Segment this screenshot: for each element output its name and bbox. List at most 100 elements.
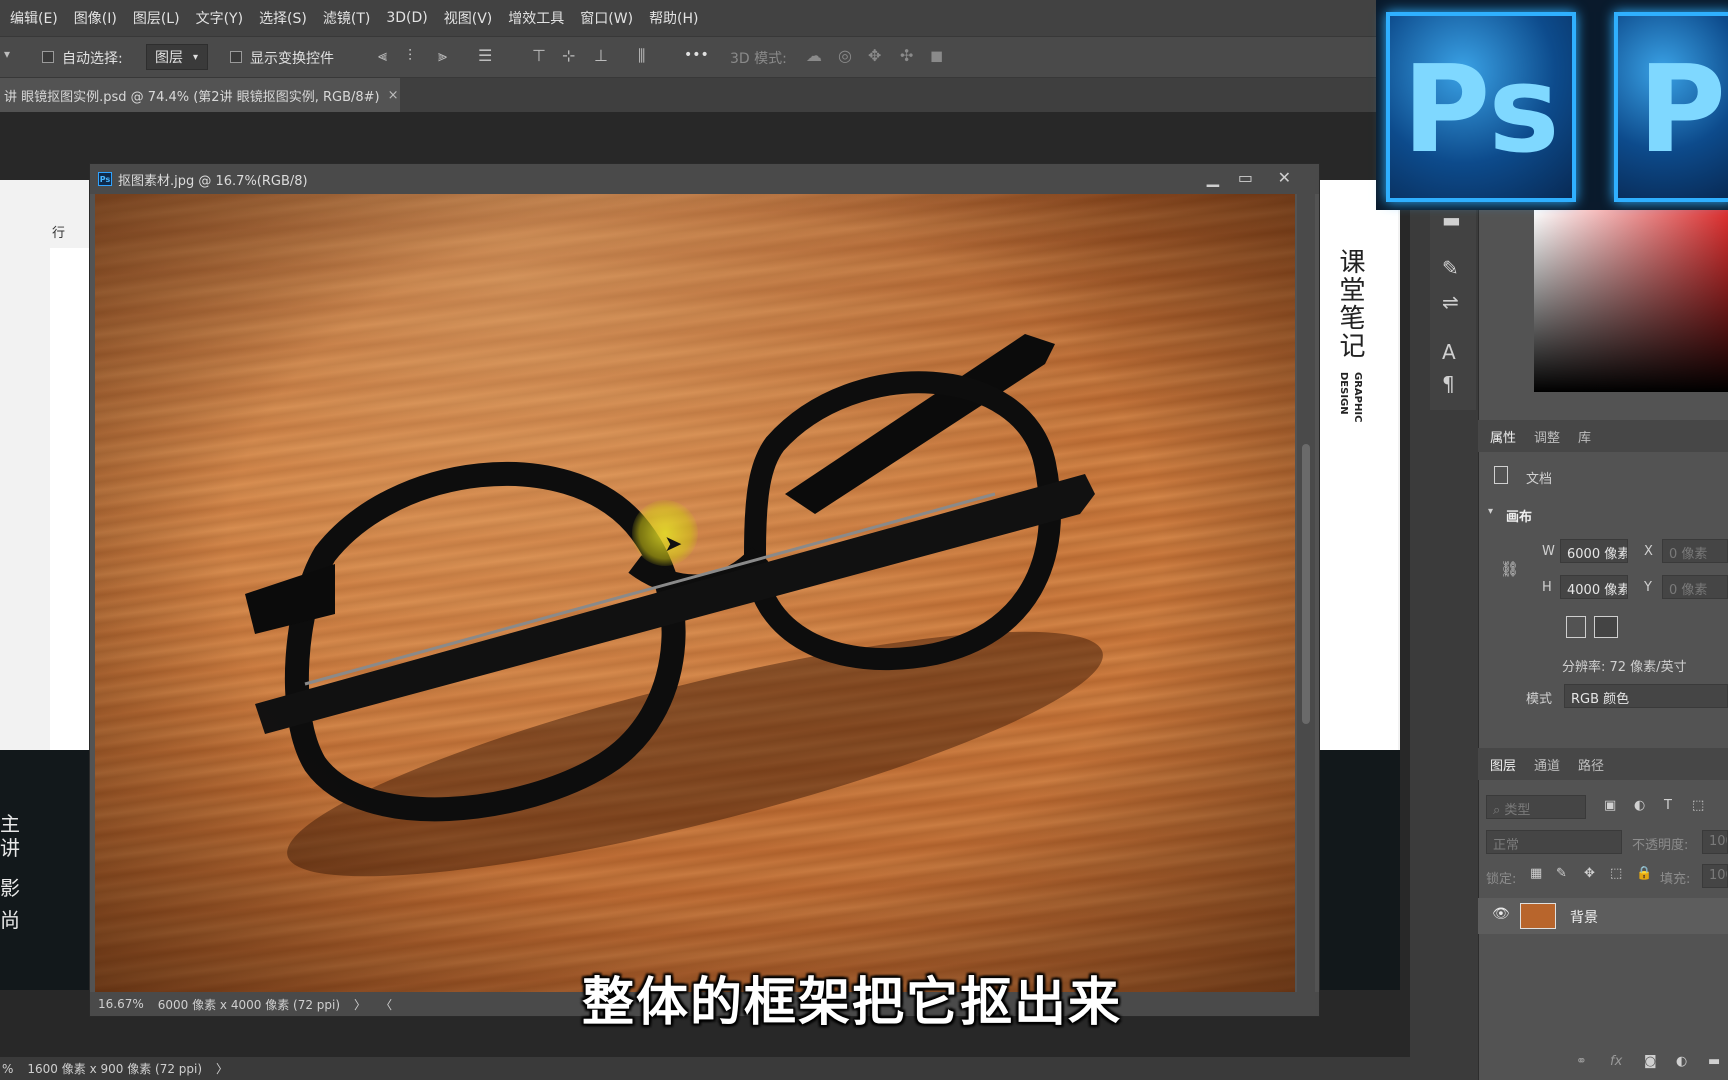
layer-style-icon[interactable]: fx <box>1610 1054 1622 1069</box>
canvas-y-field[interactable]: 0 像素 <box>1662 575 1728 599</box>
layer-name: 背景 <box>1570 910 1598 926</box>
menu-select[interactable]: 选择(S) <box>259 8 307 28</box>
image-window-title: 抠图素材.jpg @ 16.7%(RGB/8) <box>118 173 308 189</box>
canvas-height-field[interactable]: 4000 像素 <box>1560 575 1628 599</box>
auto-select-checkbox[interactable] <box>42 51 54 63</box>
maximize-icon[interactable]: ▭ <box>1238 168 1253 187</box>
filter-type-icon[interactable]: T <box>1664 798 1672 813</box>
link-layers-icon[interactable]: ⚭ <box>1576 1054 1587 1069</box>
canvas-x-field[interactable]: 0 像素 <box>1662 539 1728 563</box>
adjustments-icon[interactable]: ⇌ <box>1442 290 1459 314</box>
character-icon[interactable]: A <box>1442 340 1456 364</box>
3d-orbit-icon[interactable]: ☁ <box>806 46 822 65</box>
tab-layers[interactable]: 图层 <box>1490 755 1516 774</box>
image-window-titlebar[interactable]: Ps 抠图素材.jpg @ 16.7%(RGB/8) ▁ ▭ ✕ <box>90 164 1319 194</box>
menu-image[interactable]: 图像(I) <box>74 8 117 28</box>
align-left-icon[interactable]: ⫷ <box>378 46 387 66</box>
image-dimensions: 6000 像素 x 4000 像素 (72 ppi) <box>157 997 341 1012</box>
document-icon <box>1494 466 1508 484</box>
canvas-width-field[interactable]: 6000 像素 <box>1560 539 1628 563</box>
distribute-icon[interactable]: ☰ <box>478 46 492 65</box>
horizontal-scroll-left-icon[interactable]: 〈 <box>380 996 392 1013</box>
minimize-icon[interactable]: ▁ <box>1207 168 1219 187</box>
status-arrow-icon[interactable]: 〉 <box>216 1060 228 1077</box>
x-label: X <box>1644 544 1653 559</box>
3d-slide-icon[interactable]: ✣ <box>900 46 913 65</box>
color-mode-dropdown[interactable]: RGB 颜色 <box>1564 684 1728 708</box>
chevron-down-icon: ▾ <box>193 51 199 63</box>
add-mask-icon[interactable]: ◙ <box>1644 1054 1657 1069</box>
image-vertical-scrollbar[interactable] <box>1297 194 1315 994</box>
filter-adjustment-icon[interactable]: ◐ <box>1634 798 1645 813</box>
tab-libraries[interactable]: 库 <box>1578 427 1591 446</box>
brush-settings-icon[interactable]: ✎ <box>1442 256 1459 280</box>
link-dimensions-icon[interactable]: ⛓ <box>1500 560 1519 578</box>
status-menu-arrow-icon[interactable]: 〉 <box>354 996 366 1013</box>
color-picker-field[interactable] <box>1534 210 1728 392</box>
menu-layer[interactable]: 图层(L) <box>133 8 180 28</box>
menu-type[interactable]: 文字(Y) <box>196 8 243 28</box>
paragraph-icon[interactable]: ¶ <box>1442 372 1455 396</box>
portrait-orientation-icon[interactable] <box>1566 616 1586 638</box>
distribute-vertical-icon[interactable]: ⫼ <box>638 46 645 66</box>
new-group-icon[interactable]: ▬ <box>1708 1054 1720 1069</box>
new-fill-layer-icon[interactable]: ◐ <box>1676 1054 1687 1069</box>
layer-filter-dropdown[interactable]: ⌕ 类型 <box>1486 795 1586 819</box>
tab-properties[interactable]: 属性 <box>1490 427 1516 446</box>
tool-preset-chevron-icon[interactable]: ▾ <box>4 47 10 61</box>
3d-roll-icon[interactable]: ◎ <box>838 46 852 65</box>
photoshop-logo-icon-2: Ps <box>1614 12 1728 202</box>
fill-field[interactable]: 100 <box>1702 864 1728 888</box>
opacity-label: 不透明度: <box>1632 838 1689 853</box>
menu-filter[interactable]: 滤镜(T) <box>323 8 370 28</box>
lock-all-icon[interactable]: 🔒 <box>1636 866 1652 881</box>
tab-paths[interactable]: 路径 <box>1578 755 1604 774</box>
layers-tabs: 图层 通道 路径 <box>1478 748 1728 780</box>
landscape-orientation-icon[interactable] <box>1594 616 1618 638</box>
3d-pan-icon[interactable]: ✥ <box>868 46 881 65</box>
image-zoom-level[interactable]: 16.67% <box>98 997 144 1011</box>
close-icon[interactable]: × <box>388 88 399 103</box>
show-transform-checkbox[interactable] <box>230 51 242 63</box>
menu-plugins[interactable]: 增效工具 <box>508 8 564 28</box>
tab-adjustments[interactable]: 调整 <box>1534 427 1560 446</box>
filter-pixel-icon[interactable]: ▣ <box>1604 798 1616 813</box>
lock-image-icon[interactable]: ✎ <box>1556 866 1567 881</box>
layer-row-background[interactable]: 👁 背景 <box>1478 898 1728 934</box>
menu-window[interactable]: 窗口(W) <box>580 8 633 28</box>
image-document-window[interactable]: Ps 抠图素材.jpg @ 16.7%(RGB/8) ▁ ▭ ✕ 16.67% … <box>89 163 1320 1017</box>
filter-shape-icon[interactable]: ⬚ <box>1692 798 1704 813</box>
image-canvas[interactable] <box>95 194 1295 994</box>
document-label: 文档 <box>1526 472 1553 487</box>
close-icon[interactable]: ✕ <box>1278 168 1291 187</box>
chevron-down-icon[interactable]: ▾ <box>1488 506 1493 517</box>
resolution-text: 分辨率: 72 像素/英寸 <box>1562 660 1687 675</box>
main-zoom-level[interactable]: % <box>2 1062 13 1076</box>
background-left-char-2: 讲 <box>0 836 20 860</box>
move-cursor-icon: ➤ <box>664 532 683 557</box>
more-options-button[interactable]: ••• <box>684 47 709 63</box>
menu-view[interactable]: 视图(V) <box>444 8 493 28</box>
align-bottom-icon[interactable]: ⊥ <box>594 46 608 65</box>
menu-3d[interactable]: 3D(D) <box>386 10 427 26</box>
blend-mode-dropdown[interactable]: 正常 <box>1486 830 1622 854</box>
document-tab[interactable]: 讲 眼镜抠图实例.psd @ 74.4% (第2讲 眼镜抠图实例, RGB/8#… <box>0 78 400 112</box>
menu-edit[interactable]: 编辑(E) <box>10 8 58 28</box>
image-vignette <box>95 194 1295 994</box>
comment-icon[interactable]: ▬ <box>1442 208 1461 232</box>
menu-help[interactable]: 帮助(H) <box>649 8 698 28</box>
3d-mode-label: 3D 模式: <box>730 51 787 67</box>
tab-channels[interactable]: 通道 <box>1534 755 1560 774</box>
align-right-icon[interactable]: ⫸ <box>438 46 447 66</box>
opacity-field[interactable]: 100 <box>1702 830 1728 854</box>
auto-select-target-dropdown[interactable]: 图层 ▾ <box>146 44 208 70</box>
lock-artboard-icon[interactable]: ⬚ <box>1610 866 1622 881</box>
align-center-icon[interactable]: ⫶ <box>408 46 412 66</box>
lock-position-icon[interactable]: ✥ <box>1584 866 1595 881</box>
visibility-eye-icon[interactable]: 👁 <box>1492 906 1510 922</box>
lock-transparent-icon[interactable]: ▦ <box>1530 866 1542 881</box>
align-middle-icon[interactable]: ⊹ <box>562 46 575 65</box>
3d-camera-icon[interactable]: ◼ <box>930 46 943 65</box>
scrollbar-thumb[interactable] <box>1302 444 1310 724</box>
align-top-icon[interactable]: ⊤ <box>532 46 546 65</box>
